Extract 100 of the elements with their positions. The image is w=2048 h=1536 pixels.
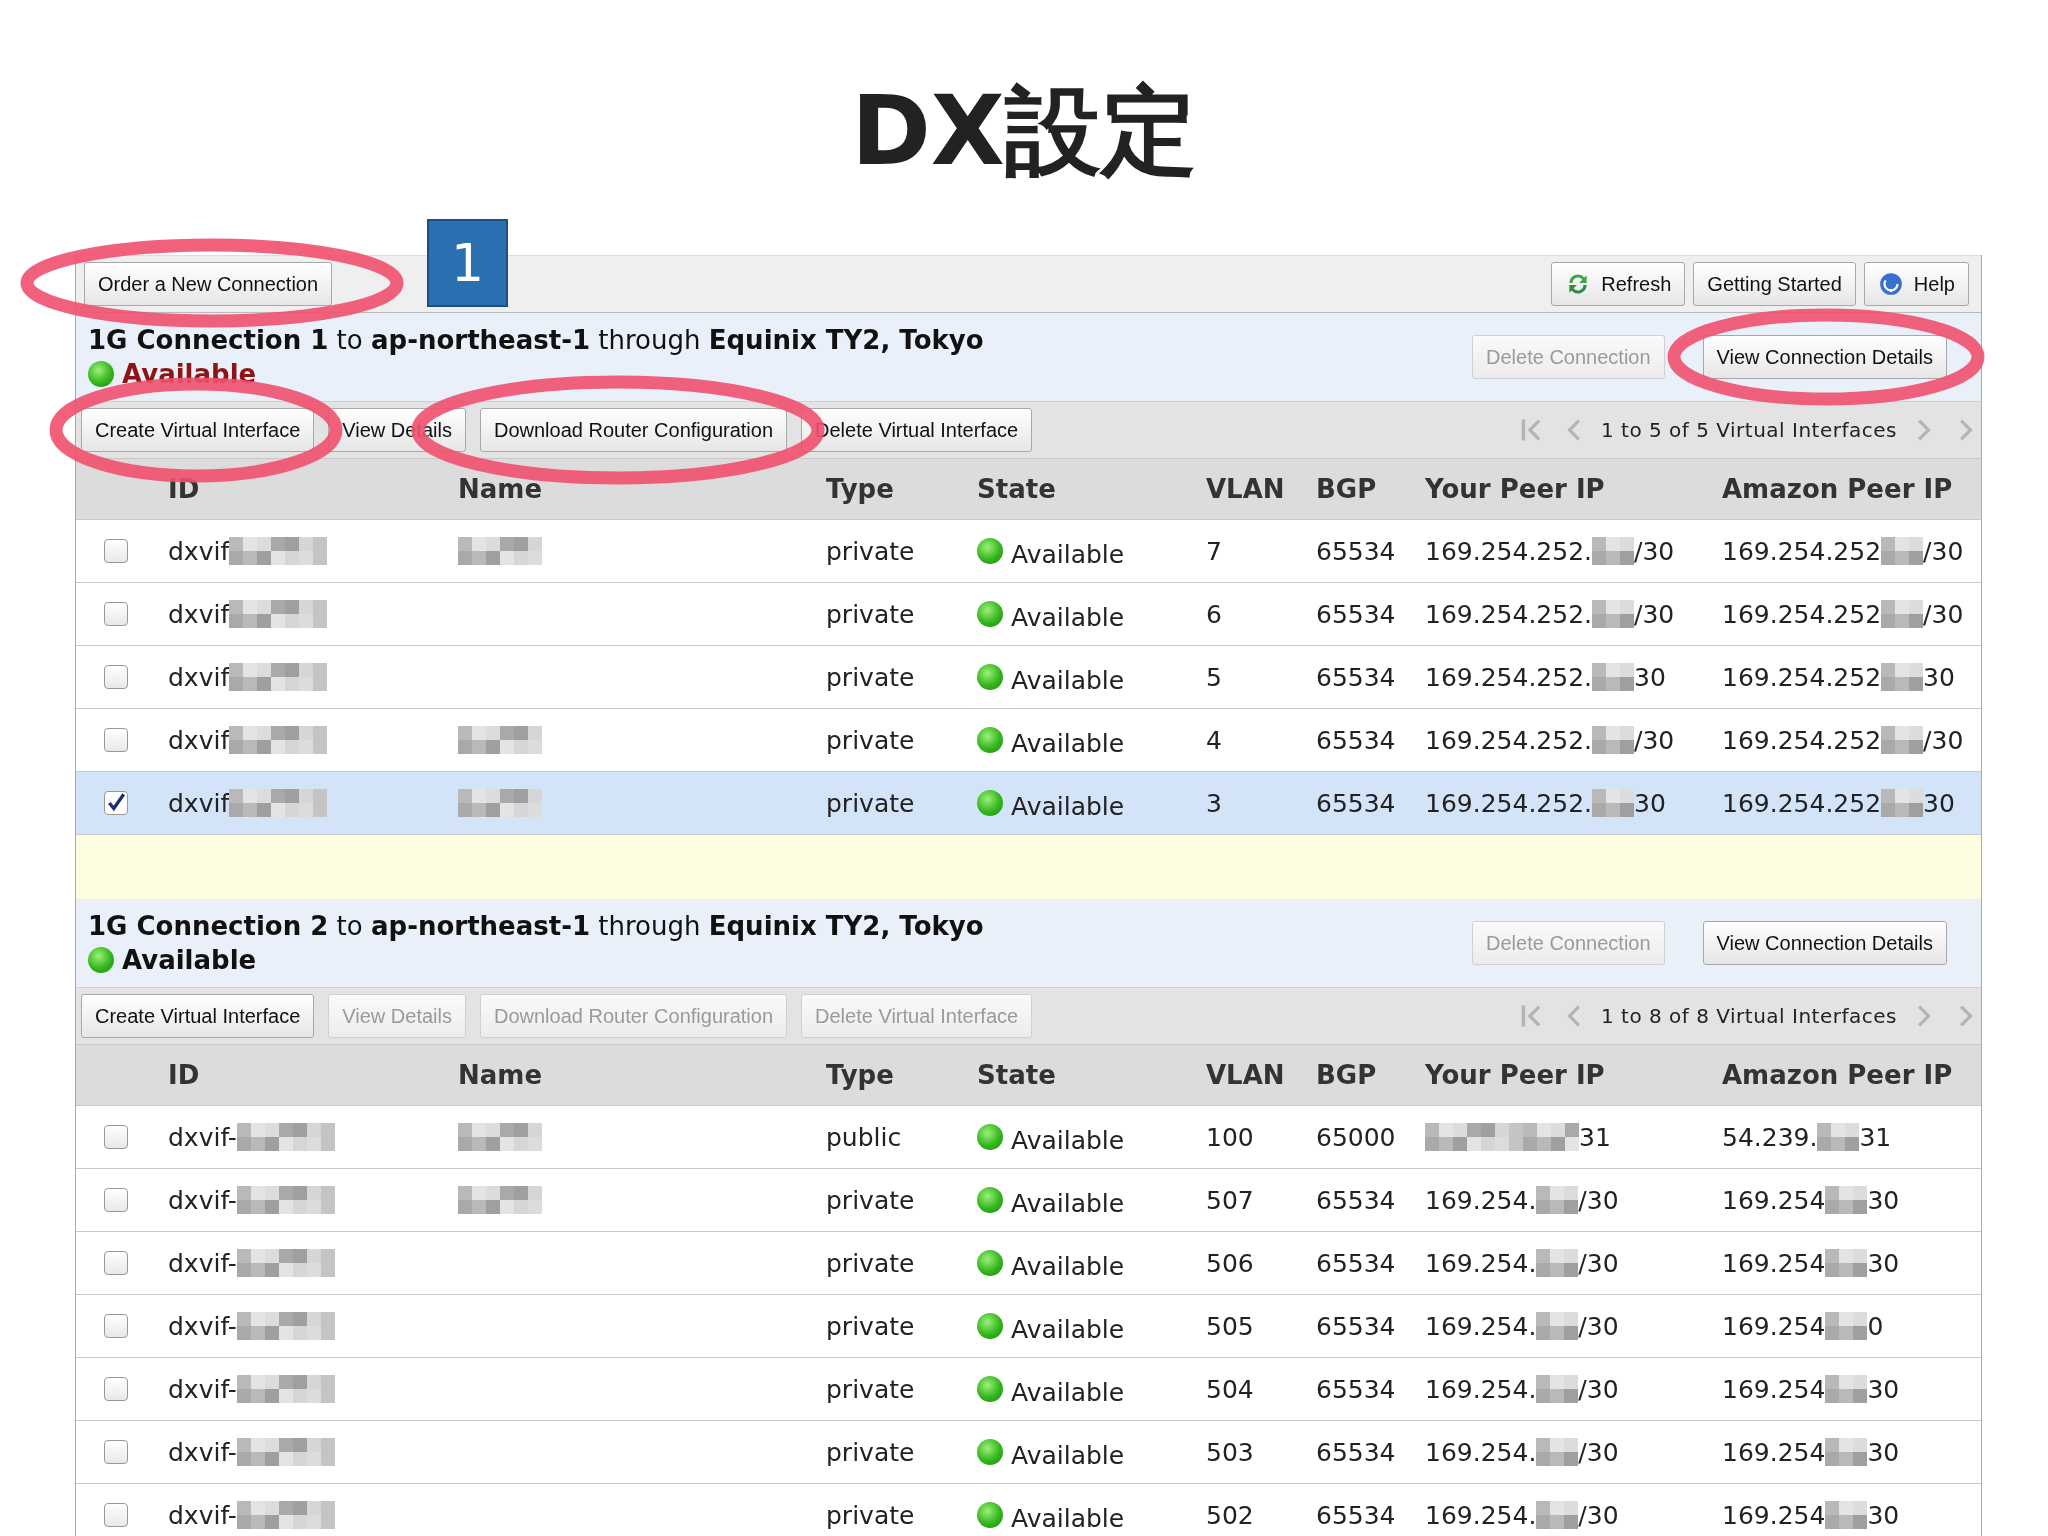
column-header[interactable]: State bbox=[977, 1060, 1206, 1090]
row-checkbox[interactable] bbox=[104, 1314, 128, 1338]
status-dot bbox=[977, 1502, 1003, 1528]
connection-title: 1G Connection 1 to ap-northeast-1 through Equinix TY2, Tokyo bbox=[88, 325, 984, 355]
row-checkbox[interactable] bbox=[104, 728, 128, 752]
peer-ip-text: /30 bbox=[1578, 1185, 1619, 1215]
peer-ip-text: 169.254. bbox=[1425, 1185, 1537, 1215]
column-header[interactable]: Amazon Peer IP bbox=[1722, 1060, 1981, 1090]
toolbar-button[interactable]: Help bbox=[1863, 262, 1969, 306]
interface-type: private bbox=[826, 1311, 915, 1341]
interface-type: private bbox=[826, 1500, 915, 1530]
column-header[interactable]: Name bbox=[458, 474, 826, 504]
column-header[interactable]: Type bbox=[826, 474, 977, 504]
row-checkbox[interactable] bbox=[104, 1188, 128, 1212]
interface-type: public bbox=[826, 1122, 902, 1152]
interface-type: private bbox=[826, 1437, 915, 1467]
peer-ip-text: 169.254 bbox=[1722, 1311, 1826, 1341]
toolbar-button[interactable]: Getting Started bbox=[1693, 262, 1856, 306]
interface-id: dxvif- bbox=[168, 1122, 237, 1152]
interface-type: private bbox=[826, 1248, 915, 1278]
interface-id: dxvif bbox=[168, 662, 230, 692]
row-checkbox[interactable] bbox=[104, 1440, 128, 1464]
vlan-value: 4 bbox=[1206, 725, 1222, 755]
column-header[interactable]: VLAN bbox=[1206, 474, 1316, 504]
interface-type: private bbox=[826, 662, 915, 692]
peer-ip-text: 169.254. bbox=[1425, 1374, 1537, 1404]
interface-state: Available bbox=[1011, 539, 1125, 569]
peer-ip-text: 30 bbox=[1867, 1500, 1900, 1530]
column-header[interactable]: Your Peer IP bbox=[1425, 474, 1722, 504]
interface-state: Available bbox=[1011, 728, 1125, 758]
interface-type: private bbox=[826, 1374, 915, 1404]
bgp-asn: 65534 bbox=[1316, 1437, 1396, 1467]
status-dot bbox=[977, 1376, 1003, 1402]
row-checkbox[interactable] bbox=[104, 539, 128, 563]
peer-ip-text: /30 bbox=[1923, 725, 1964, 755]
interface-type: private bbox=[826, 788, 915, 818]
interface-id: dxvif- bbox=[168, 1437, 237, 1467]
column-header[interactable]: Your Peer IP bbox=[1425, 1060, 1722, 1090]
status-dot bbox=[977, 1439, 1003, 1465]
interface-action-button[interactable]: Download Router Configuration bbox=[480, 408, 788, 452]
column-header[interactable]: Name bbox=[458, 1060, 826, 1090]
interface-id: dxvif- bbox=[168, 1500, 237, 1530]
peer-ip-text: 169.254 bbox=[1722, 1248, 1826, 1278]
peer-ip-text: /30 bbox=[1578, 1374, 1619, 1404]
column-header[interactable]: BGP bbox=[1316, 474, 1425, 504]
peer-ip-text: /30 bbox=[1634, 536, 1675, 566]
interface-action-button[interactable]: Create Virtual Interface bbox=[81, 994, 315, 1038]
peer-ip-text: /30 bbox=[1923, 536, 1964, 566]
interface-id: dxvif- bbox=[168, 1185, 237, 1215]
status-dot bbox=[977, 1313, 1003, 1339]
status-dot bbox=[88, 361, 114, 387]
vlan-value: 503 bbox=[1206, 1437, 1254, 1467]
interface-id: dxvif bbox=[168, 788, 230, 818]
vlan-value: 505 bbox=[1206, 1311, 1254, 1341]
row-checkbox[interactable] bbox=[104, 1377, 128, 1401]
column-header[interactable]: ID bbox=[168, 474, 458, 504]
peer-ip-text: 169.254.252 bbox=[1722, 599, 1882, 629]
peer-ip-text: 31 bbox=[1859, 1122, 1892, 1152]
column-header[interactable]: Type bbox=[826, 1060, 977, 1090]
row-checkbox[interactable] bbox=[104, 791, 128, 815]
row-checkbox[interactable] bbox=[104, 602, 128, 626]
column-header[interactable]: ID bbox=[168, 1060, 458, 1090]
bgp-asn: 65534 bbox=[1316, 536, 1396, 566]
column-header[interactable]: BGP bbox=[1316, 1060, 1425, 1090]
status-dot bbox=[977, 1124, 1003, 1150]
peer-ip-text: 169.254 bbox=[1722, 1374, 1826, 1404]
interface-id: dxvif bbox=[168, 725, 230, 755]
order-connection-button[interactable]: Order a New Connection bbox=[84, 262, 333, 306]
peer-ip-text: 169.254.252. bbox=[1425, 725, 1592, 755]
interface-state: Available bbox=[1011, 1125, 1125, 1155]
peer-ip-text: /30 bbox=[1634, 599, 1675, 629]
connection-action-button[interactable]: View Connection Details bbox=[1702, 921, 1947, 965]
interface-id: dxvif bbox=[168, 599, 230, 629]
row-checkbox[interactable] bbox=[104, 1125, 128, 1149]
slide-title: DX設定 bbox=[850, 73, 1198, 189]
peer-ip-text: /30 bbox=[1634, 725, 1675, 755]
peer-ip-text: 54.239. bbox=[1722, 1122, 1818, 1152]
column-header[interactable]: State bbox=[977, 474, 1206, 504]
vlan-value: 3 bbox=[1206, 788, 1222, 818]
connection-action-button[interactable]: View Connection Details bbox=[1702, 335, 1947, 379]
vlan-value: 7 bbox=[1206, 536, 1222, 566]
interface-action-button[interactable]: Create Virtual Interface bbox=[81, 408, 315, 452]
peer-ip-text: /30 bbox=[1578, 1500, 1619, 1530]
help-icon bbox=[1877, 271, 1904, 297]
interface-state: Available bbox=[1011, 1251, 1125, 1281]
column-header[interactable]: Amazon Peer IP bbox=[1722, 474, 1981, 504]
row-checkbox[interactable] bbox=[104, 665, 128, 689]
status-dot bbox=[977, 1250, 1003, 1276]
peer-ip-text: /30 bbox=[1578, 1311, 1619, 1341]
interface-type: private bbox=[826, 725, 915, 755]
interface-state: Available bbox=[1011, 665, 1125, 695]
row-checkbox[interactable] bbox=[104, 1251, 128, 1275]
peer-ip-text: 30 bbox=[1923, 662, 1955, 692]
row-checkbox[interactable] bbox=[104, 1503, 128, 1527]
interface-type: private bbox=[826, 599, 915, 629]
table-row[interactable]: dxvif private Available 3 65534 169.254.252. 30 169.254.252 30 bbox=[76, 771, 1981, 834]
toolbar-button[interactable]: Refresh bbox=[1551, 262, 1686, 306]
peer-ip-text: 169.254.252 bbox=[1722, 536, 1882, 566]
bgp-asn: 65534 bbox=[1316, 788, 1396, 818]
column-header[interactable]: VLAN bbox=[1206, 1060, 1316, 1090]
